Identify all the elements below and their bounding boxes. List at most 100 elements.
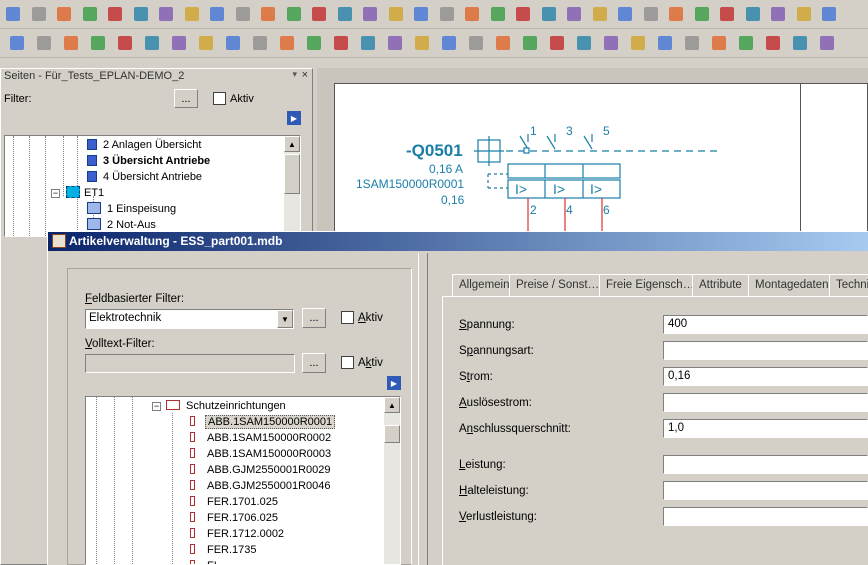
pages-aktiv-checkbox[interactable] <box>213 92 226 105</box>
lock-icon[interactable] <box>8 34 26 52</box>
wire-icon[interactable] <box>602 34 620 52</box>
page-import-icon[interactable] <box>224 34 242 52</box>
macro-icon[interactable] <box>251 34 269 52</box>
undo-list-icon[interactable] <box>234 5 252 23</box>
tab-2[interactable]: Freie Eigensch… <box>599 274 702 296</box>
cart-icon[interactable] <box>737 34 755 52</box>
tab-5[interactable]: Techni <box>829 274 868 296</box>
part-list-item[interactable]: FER.1701.025 <box>190 494 280 510</box>
part-list-item[interactable]: ABB.1SAM150000R0002 <box>190 430 333 446</box>
page-export-icon[interactable] <box>197 34 215 52</box>
tree-item-page[interactable]: 3 Übersicht Antriebe <box>87 153 210 169</box>
undo-icon[interactable] <box>208 5 226 23</box>
tree-item-et1[interactable]: − ET1 <box>51 185 104 201</box>
folder-open-icon[interactable] <box>791 34 809 52</box>
part-list-item[interactable]: FER.1735 <box>190 542 259 558</box>
page-new-icon[interactable] <box>89 34 107 52</box>
print-icon[interactable] <box>55 5 73 23</box>
part-list-item[interactable]: ABB.GJM2550001R0029 <box>190 462 333 478</box>
fulltext-filter-input[interactable] <box>85 354 295 373</box>
cut-icon[interactable] <box>106 5 124 23</box>
symbol-2-icon[interactable] <box>467 34 485 52</box>
zoom-100-icon[interactable] <box>463 5 481 23</box>
field-input[interactable] <box>663 455 868 474</box>
panel-close-icon[interactable]: × <box>302 69 308 81</box>
placeholder-icon[interactable] <box>683 34 701 52</box>
cable-icon[interactable] <box>332 34 350 52</box>
terminal-strip-icon[interactable] <box>359 34 377 52</box>
tree-item-page[interactable]: 2 Anlagen Übersicht <box>87 137 201 153</box>
zoom-in-icon[interactable] <box>412 5 430 23</box>
paste-icon[interactable] <box>157 5 175 23</box>
fulltext-aktiv-checkbox[interactable] <box>341 356 354 369</box>
part-list-item[interactable]: FER.1706.025 <box>190 510 280 526</box>
field-input[interactable]: 400 <box>663 315 868 334</box>
grid-toggle-icon[interactable] <box>642 5 660 23</box>
crop-icon[interactable] <box>718 5 736 23</box>
folder-icon[interactable] <box>818 34 836 52</box>
symbol-3-icon[interactable] <box>494 34 512 52</box>
properties-wrench-icon[interactable] <box>81 5 99 23</box>
bus-icon[interactable] <box>62 34 80 52</box>
filter-expand-arrow[interactable]: ▶ <box>387 376 401 390</box>
symbol-5-icon[interactable] <box>548 34 566 52</box>
pages-tree-scrollbar[interactable]: ▲ <box>284 136 300 236</box>
redo-list-icon[interactable] <box>285 5 303 23</box>
device-tag[interactable]: -Q0501 <box>406 141 463 161</box>
open-project-icon[interactable] <box>30 5 48 23</box>
tab-4[interactable]: Montagedaten <box>748 274 836 296</box>
scroll-up-button[interactable]: ▲ <box>384 397 400 413</box>
forward-icon[interactable] <box>489 5 507 23</box>
report-icon[interactable] <box>310 5 328 23</box>
copy-icon[interactable] <box>132 5 150 23</box>
field-input[interactable]: 1,0 <box>663 419 868 438</box>
pages-filter-button[interactable]: ... <box>174 89 198 108</box>
panel-pin-icon[interactable]: ▾ <box>292 69 297 80</box>
terminal-icon[interactable] <box>820 5 838 23</box>
part-list-item[interactable]: ABB.1SAM150000R0003 <box>190 446 333 462</box>
field-filter-select[interactable]: Elektrotechnik ▼ <box>85 309 294 329</box>
symbol-6-icon[interactable] <box>575 34 593 52</box>
parts-tree-scrollbar[interactable]: ▲ <box>384 397 400 564</box>
part-list-item[interactable]: FER.1712.0002 <box>190 526 286 542</box>
tree-item-page[interactable]: 4 Übersicht Antriebe <box>87 169 202 185</box>
field-input[interactable]: 0,16 <box>663 367 868 386</box>
field-input[interactable] <box>663 507 868 526</box>
part-list-item[interactable]: FI... <box>190 558 228 564</box>
tab-0[interactable]: Allgemein <box>452 274 517 296</box>
pages-expand-arrow[interactable]: ▶ <box>287 111 301 125</box>
plug-icon[interactable] <box>769 5 787 23</box>
pane-splitter[interactable] <box>418 253 428 565</box>
redo-icon[interactable] <box>259 5 277 23</box>
field-filter-aktiv-checkbox[interactable] <box>341 311 354 324</box>
omega-symbol-icon[interactable] <box>744 5 762 23</box>
structure-box-icon[interactable] <box>656 34 674 52</box>
zoom-window-icon[interactable] <box>387 5 405 23</box>
page-copy-icon[interactable] <box>116 34 134 52</box>
move-icon[interactable] <box>667 5 685 23</box>
snap-icon[interactable] <box>565 5 583 23</box>
object-snap-icon[interactable] <box>591 5 609 23</box>
delete-icon[interactable] <box>183 5 201 23</box>
tree-group-schutzeinrichtungen[interactable]: − Schutzeinrichtungen <box>152 398 286 414</box>
path-function-icon[interactable] <box>710 34 728 52</box>
scroll-up-button[interactable]: ▲ <box>284 136 300 152</box>
fulltext-browse-button[interactable]: ... <box>302 353 326 373</box>
page-edit-icon[interactable] <box>143 34 161 52</box>
tree-icon[interactable] <box>35 34 53 52</box>
collapse-toggle[interactable]: − <box>51 189 60 198</box>
scroll-thumb[interactable] <box>284 154 300 194</box>
connection-icon[interactable] <box>693 5 711 23</box>
symbol-4-icon[interactable] <box>521 34 539 52</box>
zoom-out-icon[interactable] <box>438 5 456 23</box>
tab-1[interactable]: Preise / Sonst… <box>509 274 607 296</box>
new-project-icon[interactable] <box>4 5 22 23</box>
field-filter-browse-button[interactable]: ... <box>302 308 326 328</box>
black-box-icon[interactable] <box>629 34 647 52</box>
dialog-titlebar[interactable]: Artikelverwaltung - ESS_part001.mdb <box>48 232 868 251</box>
scroll-thumb[interactable] <box>384 425 400 443</box>
field-input[interactable] <box>663 393 868 412</box>
plc-icon[interactable] <box>305 34 323 52</box>
tree-item-page[interactable]: 1 Einspeisung <box>87 201 176 217</box>
grid-icon[interactable] <box>540 5 558 23</box>
